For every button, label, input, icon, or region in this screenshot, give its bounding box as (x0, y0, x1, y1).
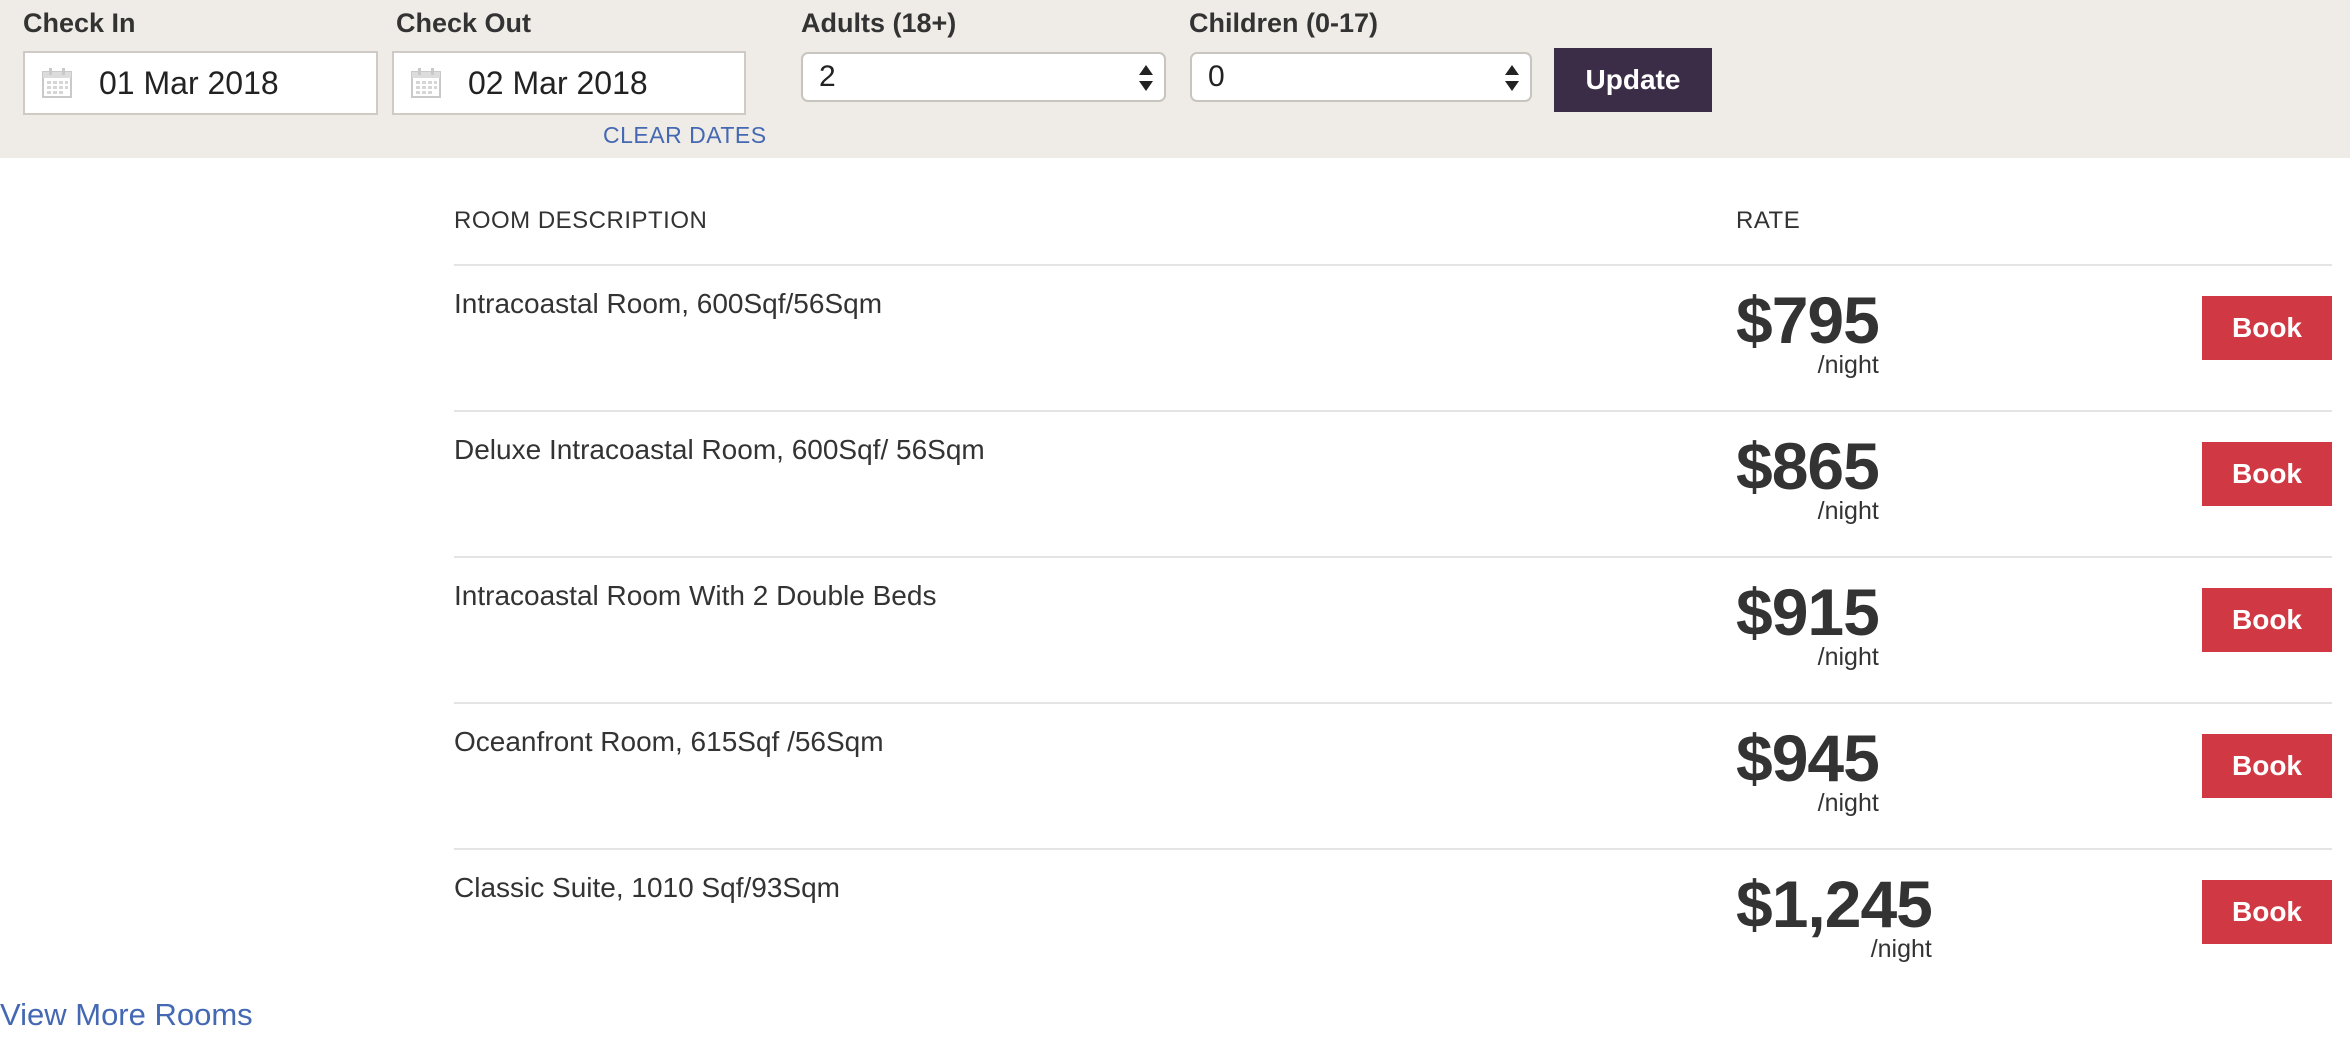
room-name: Intracoastal Room, 600Sqf/56Sqm (454, 288, 883, 319)
book-button[interactable]: Book (2202, 296, 2332, 360)
check-out-field[interactable]: 02 Mar 2018 (392, 51, 746, 115)
room-row: Deluxe Intracoastal Room, 600Sqf/ 56Sqm … (454, 412, 2332, 558)
room-rate: $865 /night (1736, 429, 1880, 524)
check-in-field[interactable]: 01 Mar 2018 (23, 51, 378, 115)
room-rate: $915 /night (1736, 575, 1880, 670)
view-more-rooms-link[interactable]: View More Rooms (0, 997, 253, 1033)
adults-label: Adults (18+) (801, 8, 957, 38)
check-in-value: 01 Mar 2018 (99, 64, 279, 101)
room-rate: $795 /night (1736, 283, 1880, 378)
book-button[interactable]: Book (2202, 588, 2332, 652)
room-name: Oceanfront Room, 615Sqf /56Sqm (454, 726, 884, 757)
room-name: Classic Suite, 1010 Sqf/93Sqm (454, 872, 840, 903)
check-out-value: 02 Mar 2018 (468, 64, 648, 101)
room-rate: $1,245 /night (1736, 867, 1933, 962)
room-price: $865 (1736, 429, 1880, 503)
room-name: Intracoastal Room With 2 Double Beds (454, 580, 937, 611)
children-value: 0 (1208, 60, 1225, 93)
room-price: $795 (1736, 283, 1880, 357)
select-arrows-icon (1505, 65, 1519, 91)
calendar-icon (42, 68, 72, 98)
rate-header: RATE (1736, 207, 1801, 234)
room-description-header: ROOM DESCRIPTION (454, 207, 708, 234)
children-select[interactable]: 0 (1190, 52, 1532, 102)
clear-dates-link[interactable]: CLEAR DATES (603, 122, 767, 149)
book-button[interactable]: Book (2202, 880, 2332, 944)
calendar-icon (411, 68, 441, 98)
check-out-label: Check Out (396, 8, 532, 38)
room-rate: $945 /night (1736, 721, 1880, 816)
room-price: $1,245 (1736, 867, 1933, 941)
booking-search-bar: Check In 01 Mar 2018 Check Out 02 Mar 20… (0, 0, 2350, 158)
children-label: Children (0-17) (1189, 8, 1379, 38)
select-arrows-icon (1139, 65, 1153, 91)
check-in-label: Check In (23, 8, 136, 38)
room-price: $945 (1736, 721, 1880, 795)
room-price: $915 (1736, 575, 1880, 649)
adults-value: 2 (819, 60, 836, 93)
room-row: Oceanfront Room, 615Sqf /56Sqm $945 /nig… (454, 704, 2332, 850)
room-row: Classic Suite, 1010 Sqf/93Sqm $1,245 /ni… (454, 850, 2332, 996)
adults-select[interactable]: 2 (801, 52, 1166, 102)
room-row: Intracoastal Room With 2 Double Beds $91… (454, 558, 2332, 704)
room-row: Intracoastal Room, 600Sqf/56Sqm $795 /ni… (454, 266, 2332, 412)
book-button[interactable]: Book (2202, 442, 2332, 506)
update-button[interactable]: Update (1554, 48, 1712, 112)
room-name: Deluxe Intracoastal Room, 600Sqf/ 56Sqm (454, 434, 985, 465)
book-button[interactable]: Book (2202, 734, 2332, 798)
